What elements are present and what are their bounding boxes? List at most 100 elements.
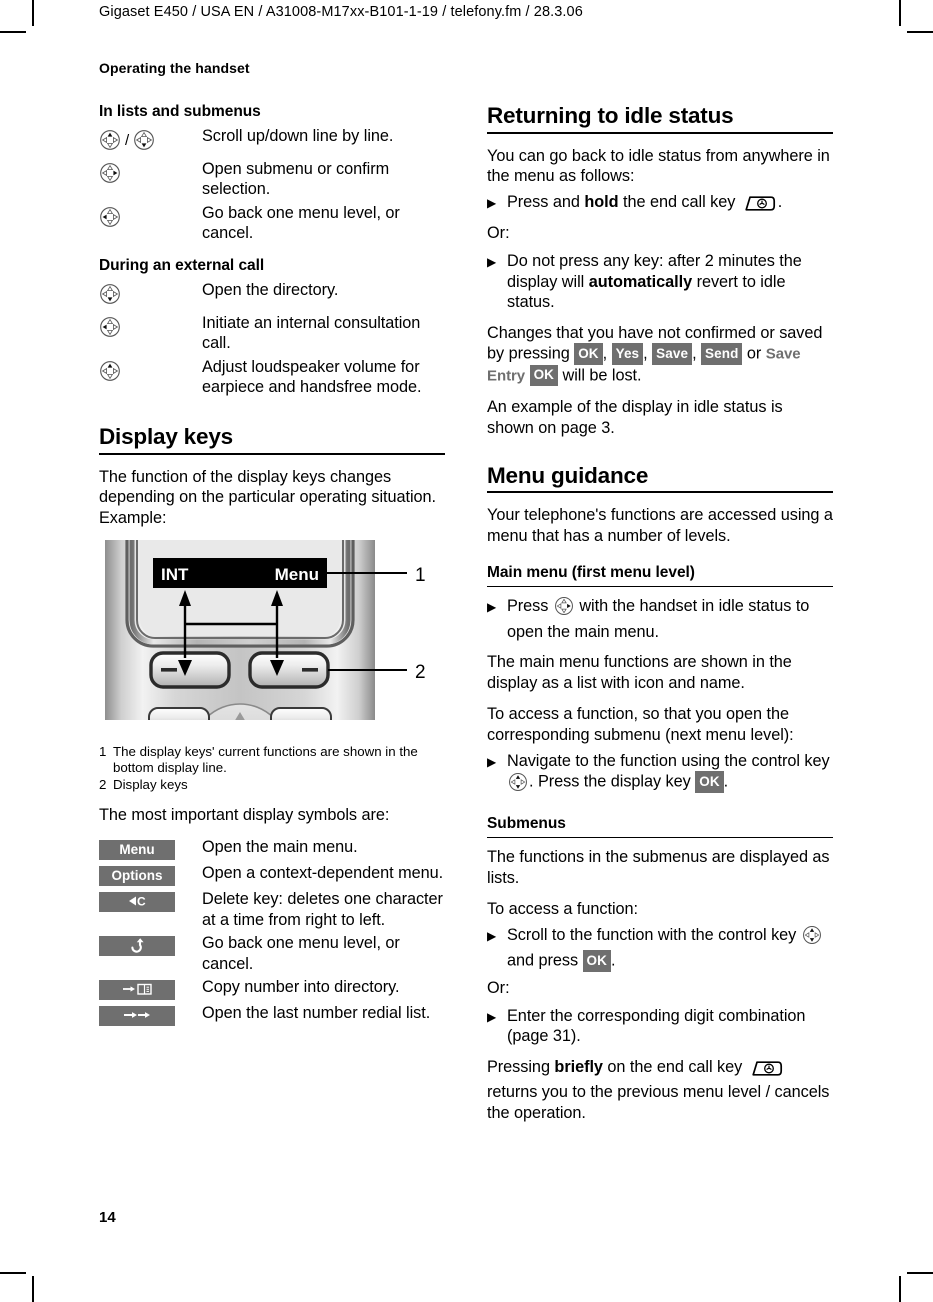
- heading-main-menu: Main menu (first menu level): [487, 564, 695, 582]
- control-key-right-icon: [554, 596, 574, 622]
- bullet-text-post: .: [723, 772, 729, 791]
- symbol-badge-cell: [99, 933, 202, 957]
- bullet-text-mid: the end call key: [618, 192, 740, 211]
- crop-mark-bottom-left-vertical: [32, 1276, 34, 1302]
- main-menu-para-2: To access a function, so that you open t…: [487, 705, 794, 745]
- symbol-row-menu: Menu Open the main menu.: [99, 837, 445, 860]
- main-menu-para-1: The main menu functions are shown in the…: [487, 653, 792, 692]
- control-key-right-icon: [99, 162, 121, 189]
- figure-caption-2-number: 2: [99, 777, 107, 793]
- delete-key-icon[interactable]: C: [99, 891, 175, 912]
- bullet-text-pre: Navigate to the function using the contr…: [507, 751, 830, 770]
- heading-rule: [487, 491, 833, 494]
- symbol-description: Copy number into directory.: [202, 978, 400, 997]
- heading-rule: [487, 586, 833, 587]
- ok-badge-2[interactable]: OK: [529, 364, 559, 387]
- control-key-updown-icon: [508, 772, 528, 798]
- control-key-left-icon: [99, 316, 121, 343]
- keyref-description: Adjust loudspeaker volume for earpiece a…: [202, 357, 422, 397]
- figure-caption-line-1: 1 The display keys' current functions ar…: [99, 744, 445, 776]
- example-idle-display: An example of the display in idle status…: [487, 398, 783, 438]
- screen-label-left: INT: [161, 565, 189, 584]
- back-arrow-icon[interactable]: [99, 936, 175, 957]
- idle-intro: You can go back to idle status from anyw…: [487, 146, 830, 186]
- crop-mark-bottom-right-vertical: [899, 1276, 901, 1302]
- keyref-row-open-submenu: Open submenu or confirm selection.: [99, 158, 445, 200]
- crop-mark-top-right: [907, 31, 933, 33]
- control-key-left-icon: [99, 206, 121, 233]
- bullet-text-pre: Scroll to the function with the control …: [507, 925, 801, 944]
- keyref-icons: [99, 279, 202, 310]
- handset-illustration: INT Menu 1 2: [105, 540, 426, 721]
- bullet-text-mid: and press: [507, 951, 583, 970]
- heading-returning-to-idle-status: Returning to idle status: [487, 103, 734, 128]
- save-badge[interactable]: Save: [652, 343, 693, 365]
- ok-badge[interactable]: OK: [695, 771, 724, 793]
- keyref-separator: /: [125, 131, 130, 149]
- bullet-navigate-function: ▶ Navigate to the function using the con…: [487, 751, 833, 798]
- bullet-press-control-key: ▶ Press with the handset in idle status …: [487, 596, 833, 642]
- bullet-text: Navigate to the function using the contr…: [507, 751, 833, 798]
- symbol-row-copy-directory: Copy number into directory.: [99, 977, 445, 1001]
- crop-mark-top-left-vertical: [32, 0, 34, 26]
- keyref-description: Open submenu or confirm selection.: [202, 159, 390, 199]
- keyref-description: Go back one menu level, or cancel.: [202, 203, 400, 243]
- ok-badge[interactable]: OK: [574, 343, 603, 365]
- callout-2: 2: [415, 662, 426, 683]
- symbol-badge-cell: C: [99, 889, 202, 912]
- menu-badge[interactable]: Menu: [99, 839, 175, 860]
- keyref-row-internal-consultation: Initiate an internal consultation call.: [99, 312, 445, 354]
- keyref-description: Open the directory.: [202, 280, 339, 299]
- bullet-auto-revert: ▶ Do not press any key: after 2 minutes …: [487, 251, 833, 313]
- symbol-row-options: Options Open a context-dependent menu.: [99, 863, 445, 886]
- closing-post: returns you to the previous menu level /…: [487, 1083, 830, 1122]
- changes-post: will be lost.: [558, 366, 642, 385]
- symbol-badge-cell: Options: [99, 863, 202, 886]
- figure-caption-2-text: Display keys: [113, 777, 188, 793]
- yes-badge[interactable]: Yes: [611, 343, 644, 365]
- control-key-up-icon: [99, 360, 121, 387]
- keyref-row-directory: Open the directory.: [99, 279, 445, 310]
- page-number: 14: [99, 1209, 116, 1226]
- or-label-1: Or:: [487, 224, 510, 243]
- end-call-key-icon: [749, 1060, 783, 1083]
- screen-label-right: Menu: [275, 565, 319, 584]
- symbol-badge-cell: [99, 977, 202, 1001]
- bullet-text: Press with the handset in idle status to…: [507, 596, 833, 642]
- options-badge[interactable]: Options: [99, 865, 175, 886]
- left-column: In lists and submenus / Scroll up/down l…: [99, 103, 445, 1029]
- submenus-para-1: The functions in the submenus are displa…: [487, 847, 830, 887]
- submenus-para-2: To access a function:: [487, 900, 638, 919]
- closing-paragraph: Pressing briefly on the end call key ret…: [487, 1057, 833, 1124]
- symbols-intro: The most important display symbols are:: [99, 806, 390, 825]
- handset-figure: INT Menu 1 2: [99, 540, 445, 738]
- running-header: Gigaset E450 / USA EN / A31008-M17xx-B10…: [99, 4, 583, 20]
- chapter-title: Operating the handset: [99, 60, 250, 76]
- keyref-row-go-back: Go back one menu level, or cancel.: [99, 202, 445, 244]
- bullet-text-pre: Press: [507, 597, 553, 615]
- bullet-triangle-icon: ▶: [487, 928, 497, 943]
- heading-rule: [487, 836, 833, 838]
- symbol-description: Go back one menu level, or cancel.: [202, 934, 400, 973]
- control-key-up-icon: [99, 129, 121, 156]
- bullet-text-bold: automatically: [588, 272, 693, 291]
- send-badge[interactable]: Send: [701, 343, 743, 365]
- bullet-text-post: .: [610, 951, 616, 970]
- symbol-description: Open the main menu.: [202, 837, 358, 856]
- copy-to-directory-icon[interactable]: [99, 980, 175, 1001]
- symbol-description: Open the last number redial list.: [202, 1004, 431, 1023]
- symbol-row-delete: C Delete key: deletes one character at a…: [99, 889, 445, 930]
- bullet-text: Do not press any key: after 2 minutes th…: [507, 251, 833, 313]
- figure-caption-line-2: 2 Display keys: [99, 777, 445, 793]
- ok-badge[interactable]: OK: [582, 950, 611, 972]
- display-keys-intro: The function of the display keys changes…: [99, 467, 437, 527]
- bullet-text: Press and hold the end call key .: [507, 192, 833, 218]
- bullet-triangle-icon: ▶: [487, 754, 497, 769]
- bullet-press-hold-end-call: ▶ Press and hold the end call key .: [487, 192, 833, 218]
- bullet-scroll-function: ▶ Scroll to the function with the contro…: [487, 925, 833, 972]
- bullet-text-bold: hold: [584, 192, 619, 211]
- keyref-description: Scroll up/down line by line.: [202, 126, 394, 145]
- control-key-down-icon: [99, 283, 121, 310]
- menu-guidance-intro: Your telephone's functions are accessed …: [487, 506, 833, 545]
- redial-icon[interactable]: [99, 1006, 175, 1027]
